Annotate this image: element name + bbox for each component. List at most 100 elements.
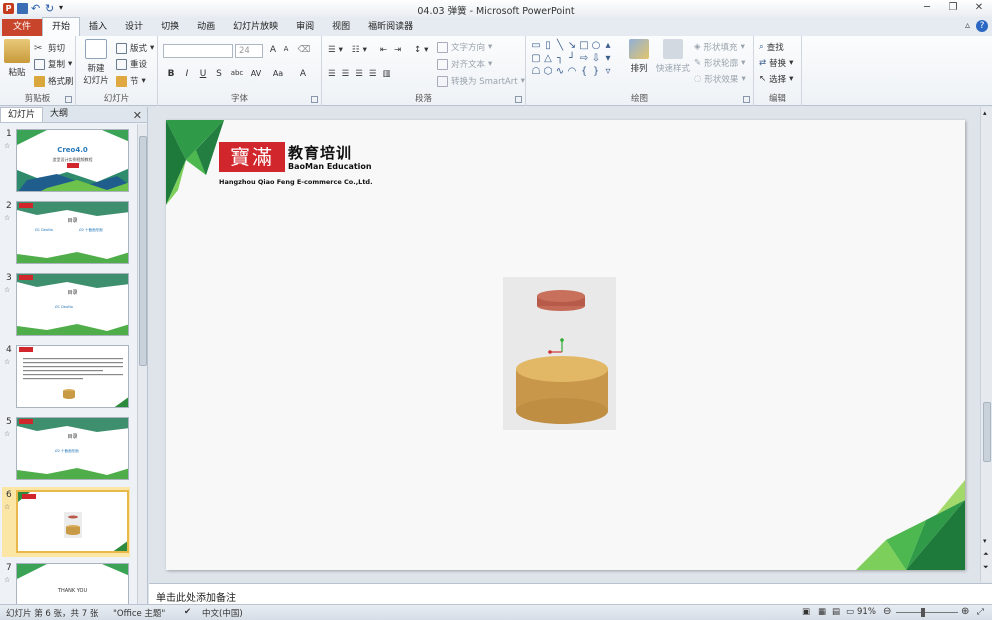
tab-slides[interactable]: 幻灯片 [0,107,44,122]
zoom-out-icon[interactable]: ⊖ [883,606,891,617]
restore-button[interactable]: ❐ [940,0,966,17]
slide-thumbnail-3[interactable]: 3 ☆ 目录 Ø1 DeoNo [0,273,136,339]
normal-view-icon[interactable]: ▣ [802,607,810,617]
fit-to-window-icon[interactable]: ⤢ [977,607,984,617]
brace-right-shape-icon[interactable]: } [590,65,602,78]
tab-insert[interactable]: 插入 [80,19,116,36]
callout-shape-icon[interactable]: ☖ [530,65,542,78]
grow-font-button[interactable]: A [266,45,280,55]
line-shape-icon[interactable]: ╲ [554,39,566,52]
gallery-more-icon[interactable]: ▿ [602,65,614,78]
rectangle-shape-icon[interactable]: □ [578,39,590,52]
undo-icon[interactable]: ↶ [31,3,42,14]
slide-sorter-icon[interactable]: ▦ [818,607,826,617]
slide-thumbnail-2[interactable]: 2 ☆ 目录 Ø1 DeoNo Ø2 十截面形面 [0,201,136,267]
font-name-box[interactable] [163,44,233,58]
shape-fill-button[interactable]: ◈ 形状填充 ▾ [694,41,745,53]
slideshow-view-icon[interactable]: ▭ [846,607,854,617]
right-arrow-shape-icon[interactable]: ⇨ [578,52,590,65]
slide-thumbnail-7[interactable]: 7 ☆ THANK YOU [0,563,136,604]
tab-foxit-reader[interactable]: 福昕阅读器 [359,19,422,36]
arc-shape-icon[interactable]: ◠ [566,65,578,78]
rounded-rect-shape-icon[interactable]: ▢ [530,52,542,65]
align-left-icon[interactable]: ☰ [328,69,336,79]
align-center-icon[interactable]: ☰ [342,69,350,79]
line-spacing-button[interactable]: ↕ ▾ [414,45,428,55]
paragraph-launcher-icon[interactable] [515,96,522,103]
shape-effects-button[interactable]: ◌ 形状效果 ▾ [694,73,746,85]
tab-review[interactable]: 审阅 [287,19,323,36]
clear-format-icon[interactable]: ⌫ [297,45,311,55]
decrease-indent-button[interactable]: ⇤ [380,45,387,55]
select-button[interactable]: ↖ 选择 ▾ [759,73,793,85]
shapes-gallery[interactable]: ▭ ▯ ╲ ↘ □ ○ ▴ ▢ △ ┐ ┘ ⇨ ⇩ ▾ ☖ ⬡ ∿ ◠{} ▿ [530,39,612,81]
arrow-line-shape-icon[interactable]: ↘ [566,39,578,52]
slides-panel-scrollbar[interactable] [137,124,147,604]
next-slide-icon[interactable]: ⏷ [983,563,989,572]
spellcheck-icon[interactable]: ✔ [184,607,191,617]
font-color-button[interactable]: A [296,69,310,79]
underline-button[interactable]: U [196,69,210,79]
slide-thumbnail-5[interactable]: 5 ☆ 目录 Ø2 十截面形面 [0,417,136,483]
copy-button[interactable]: 复制 ▾ [34,58,72,70]
customize-qat-icon[interactable]: ▾ [59,3,70,14]
close-panel-icon[interactable]: ✕ [133,109,142,122]
close-button[interactable]: ✕ [966,0,992,17]
char-spacing-button[interactable]: AV [248,69,264,78]
scroll-up-icon[interactable]: ▴ [983,109,987,117]
minimize-ribbon-icon[interactable]: ▵ [965,20,970,32]
section-button[interactable]: 节 ▾ [116,75,146,87]
shape-outline-button[interactable]: ✎ 形状轮廓 ▾ [694,57,745,69]
textbox-shape-icon[interactable]: ▭ [530,39,542,52]
tab-animations[interactable]: 动画 [188,19,224,36]
shrink-font-button[interactable]: A [279,45,293,53]
tab-transitions[interactable]: 切换 [152,19,188,36]
shadow-button[interactable]: abc [228,69,246,77]
redo-icon[interactable]: ↻ [45,3,56,14]
font-size-box[interactable]: 24 [235,44,263,58]
layout-button[interactable]: 版式 ▾ [116,42,154,54]
find-button[interactable]: ⌕ 查找 [759,41,784,53]
justify-icon[interactable]: ☰ [369,69,377,79]
gallery-scroll-icon[interactable]: ▴ [602,39,614,52]
cut-button[interactable]: ✂ 剪切 [34,42,65,55]
zoom-slider-knob[interactable] [921,608,925,617]
minimize-button[interactable]: ─ [914,0,940,17]
increase-indent-button[interactable]: ⇥ [394,45,401,55]
bullets-button[interactable]: ☰ ▾ [328,45,343,55]
format-painter-button[interactable]: 格式刷 [34,75,74,87]
text-direction-button[interactable]: 文字方向 ▾ [437,41,492,53]
slides-panel-scroll-thumb[interactable] [139,136,147,366]
slide-thumbnail-6[interactable]: 6 ☆ [2,487,130,557]
tab-design[interactable]: 设计 [116,19,152,36]
scroll-down-icon[interactable]: ▾ [983,537,987,545]
elbow-arrow-shape-icon[interactable]: ┘ [566,52,578,65]
previous-slide-icon[interactable]: ⏶ [983,550,989,559]
zoom-slider[interactable] [896,612,958,613]
tab-file[interactable]: 文件 [2,19,43,36]
down-arrow-shape-icon[interactable]: ⇩ [590,52,602,65]
tab-view[interactable]: 视图 [323,19,359,36]
powerpoint-app-icon[interactable]: P [3,3,14,14]
columns-icon[interactable]: ▥ [383,69,391,79]
notes-pane[interactable]: 单击此处添加备注 [149,583,992,604]
reading-view-icon[interactable]: ▤ [832,607,840,617]
align-right-icon[interactable]: ☰ [355,69,363,79]
brace-left-shape-icon[interactable]: { [578,65,590,78]
oval-shape-icon[interactable]: ○ [590,39,602,52]
slide-thumbnail-1[interactable]: 1 ☆ Creo4.0 造型设计实例视频教程 [0,129,136,195]
drawing-launcher-icon[interactable] [743,96,750,103]
numbering-button[interactable]: ☷ ▾ [352,45,367,55]
align-text-button[interactable]: 对齐文本 ▾ [437,58,492,70]
vtextbox-shape-icon[interactable]: ▯ [542,39,554,52]
zoom-level[interactable]: 91% [857,607,876,617]
quick-styles-button[interactable]: 快速样式 [656,39,690,74]
tab-outline[interactable]: 大纲 [43,107,75,122]
zoom-in-icon[interactable]: ⊕ [961,606,969,617]
clipboard-launcher-icon[interactable] [65,96,72,103]
curve-shape-icon[interactable]: ∿ [554,65,566,78]
arrange-button[interactable]: 排列 [626,39,652,74]
theme-status[interactable]: "Office 主题" [113,607,165,619]
language-status[interactable]: 中文(中国) [202,607,243,619]
reset-button[interactable]: 重设 [116,58,147,70]
